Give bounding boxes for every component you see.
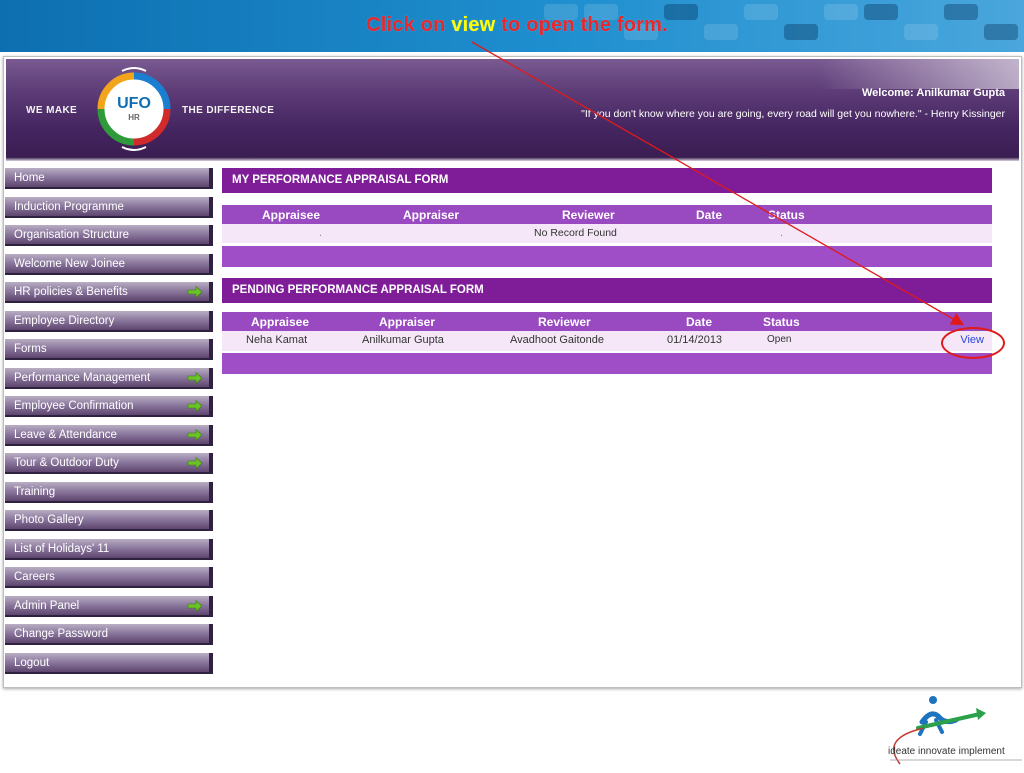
sidebar-item-label: Employee Confirmation: [14, 400, 134, 412]
sidebar-item-label: Tour & Outdoor Duty: [14, 457, 119, 469]
table-row: Neha Kamat Anilkumar Gupta Avadhoot Gait…: [222, 331, 992, 351]
sidebar-nav: Home Induction Programme Organisation Stru…: [5, 168, 213, 681]
sidebar-item-label: Change Password: [14, 628, 108, 640]
col-appraisee: Appraisee: [251, 315, 310, 329]
sidebar-item-label: Logout: [14, 656, 50, 669]
col-appraisee: Appraisee: [262, 208, 321, 222]
company-logo: UFO HR: [92, 65, 176, 153]
green-arrow-icon: [187, 599, 203, 612]
col-appraiser: Appraiser: [379, 315, 436, 329]
cell-status: .: [780, 227, 784, 239]
col-date: Date: [696, 208, 723, 222]
sidebar-item-employee-directory[interactable]: Employee Directory: [5, 310, 213, 332]
sidebar-item-label: Performance Management: [14, 371, 151, 384]
welcome-text: Welcome: Anilkumar Gupta: [861, 87, 1005, 99]
sidebar-item-label: Induction Programme: [14, 200, 124, 213]
sidebar-item-label: Photo Gallery: [14, 514, 84, 526]
sidebar-item-leave-attendance[interactable]: Leave & Attendance: [5, 424, 213, 446]
instruction-keyword: view: [451, 14, 496, 36]
cell-status: Open: [767, 334, 792, 345]
cell-date: 01/14/2013: [667, 334, 723, 346]
sidebar-item-forms[interactable]: Forms: [5, 339, 213, 360]
footer-logo: ideate innovate implement: [860, 694, 1024, 768]
sidebar-item-label: Employee Directory: [14, 314, 115, 327]
sidebar-item-organisation-structure[interactable]: Organisation Structure: [5, 225, 213, 246]
sidebar-item-hr-policies-benefits[interactable]: HR policies & Benefits: [5, 282, 213, 303]
sidebar-item-careers[interactable]: Careers: [5, 567, 213, 588]
slide-banner: Click on view to open the form.: [0, 0, 1024, 52]
tagline-right: THE DIFFERENCE: [182, 105, 275, 116]
col-reviewer: Reviewer: [538, 315, 591, 329]
footer-tagline: ideate innovate implement: [888, 746, 1005, 757]
my-appraisal-table-header: Appraisee Appraiser Reviewer Date Status: [222, 205, 992, 224]
sidebar-item-label: HR policies & Benefits: [14, 286, 128, 298]
my-appraisal-section: MY PERFORMANCE APPRAISAL FORM Appraisee …: [222, 168, 992, 267]
sidebar-item-employee-confirmation[interactable]: Employee Confirmation: [5, 396, 213, 417]
table-row: . No Record Found .: [222, 224, 992, 243]
sidebar-item-label: Admin Panel: [14, 599, 80, 612]
sidebar-item-label: List of Holidays' 11: [14, 542, 110, 555]
app-header: WE MAKE UFO HR THE DIFFERENCE Welcome: A…: [6, 59, 1019, 159]
green-arrow-icon: [187, 286, 203, 298]
sidebar-item-logout[interactable]: Logout: [5, 652, 213, 674]
sidebar-item-tour-outdoor-duty[interactable]: Tour & Outdoor Duty: [5, 453, 213, 474]
instruction-prefix: Click on: [366, 14, 452, 36]
col-status: Status: [763, 315, 800, 329]
sidebar-item-welcome-new-joinee[interactable]: Welcome New Joinee: [5, 253, 213, 275]
col-appraiser: Appraiser: [403, 208, 460, 222]
cell-reviewer: Avadhoot Gaitonde: [510, 334, 604, 346]
sidebar-item-label: Forms: [14, 343, 47, 355]
instruction-suffix: to open the form.: [495, 14, 668, 36]
sidebar-item-list-of-holidays-11[interactable]: List of Holidays' 11: [5, 538, 213, 560]
my-appraisal-title: MY PERFORMANCE APPRAISAL FORM: [222, 168, 992, 193]
annotation-circle: [941, 327, 1005, 359]
green-arrow-icon: [187, 400, 203, 412]
green-arrow-icon: [187, 371, 203, 384]
cell-appraisee: Neha Kamat: [246, 334, 308, 346]
sidebar-item-label: Organisation Structure: [14, 229, 130, 241]
sidebar-item-performance-management[interactable]: Performance Management: [5, 367, 213, 389]
logo-text: UFO: [117, 95, 151, 112]
green-arrow-icon: [187, 457, 203, 469]
sidebar-item-label: Careers: [14, 571, 55, 583]
col-date: Date: [686, 315, 713, 329]
col-status: Status: [768, 208, 805, 222]
pending-appraisal-title: PENDING PERFORMANCE APPRAISAL FORM: [222, 278, 992, 303]
sidebar-item-label: Welcome New Joinee: [14, 257, 126, 270]
sidebar-item-label: Leave & Attendance: [14, 428, 117, 441]
logo-subtext: HR: [128, 113, 140, 122]
slide-instruction: Click on view to open the form.: [0, 14, 1024, 37]
cell-appraiser: Anilkumar Gupta: [362, 334, 444, 346]
sidebar-item-label: Training: [14, 485, 56, 498]
sidebar-item-label: Home: [14, 172, 45, 184]
tagline-left: WE MAKE: [26, 105, 78, 116]
sidebar-item-training[interactable]: Training: [5, 481, 213, 503]
sidebar-item-induction-programme[interactable]: Induction Programme: [5, 196, 213, 218]
pending-appraisal-section: PENDING PERFORMANCE APPRAISAL FORM Appra…: [222, 278, 992, 374]
col-reviewer: Reviewer: [562, 208, 615, 222]
cell-appraisee: .: [319, 227, 323, 239]
sidebar-item-change-password[interactable]: Change Password: [5, 624, 213, 645]
header-quote: "If you don't know where you are going, …: [581, 108, 1005, 120]
sidebar-item-home[interactable]: Home: [5, 168, 213, 189]
pending-appraisal-table-header: Appraisee Appraiser Reviewer Date Status: [222, 312, 992, 331]
sidebar-item-photo-gallery[interactable]: Photo Gallery: [5, 510, 213, 531]
sidebar-item-admin-panel[interactable]: Admin Panel: [5, 595, 213, 617]
no-record-text: No Record Found: [534, 227, 617, 239]
green-arrow-icon: [187, 428, 203, 441]
